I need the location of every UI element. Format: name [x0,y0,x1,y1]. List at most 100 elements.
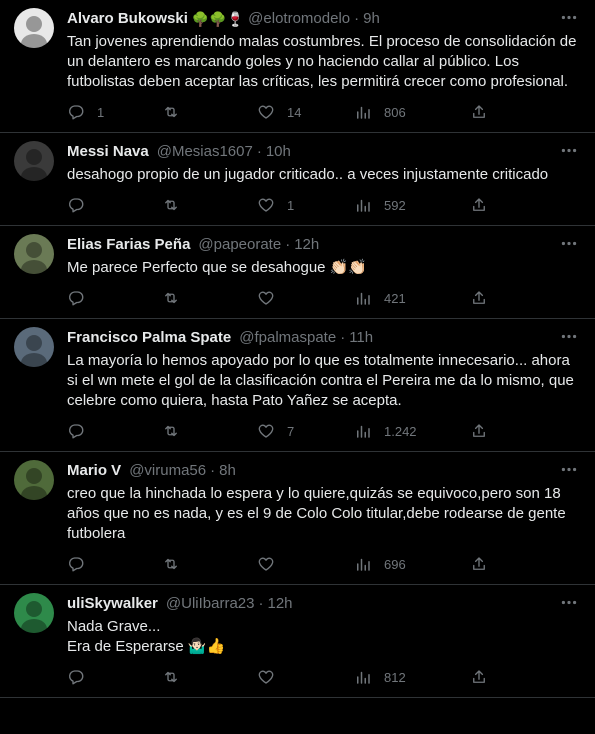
tweet[interactable]: Elias Farias Peña @papeorate · 12h Me pa… [0,226,595,319]
reply-icon [69,105,84,120]
display-name[interactable]: uliSkywalker [67,594,158,614]
tweet[interactable]: Mario V @viruma56 · 8h creo que la hinch… [0,452,595,585]
avatar[interactable] [14,593,54,633]
display-name[interactable]: Alvaro Bukowski [67,9,188,29]
views-button[interactable]: 812 [354,668,470,686]
retweet-icon [165,292,177,304]
tweet[interactable]: Alvaro Bukowski 🌳🌳🍷 @elotromodelo · 9h T… [0,0,595,133]
views-button[interactable]: 806 [354,103,470,121]
user-handle[interactable]: @Mesias1607 [157,142,253,162]
views-button[interactable]: 696 [354,555,470,573]
avatar[interactable] [14,8,54,48]
views-count: 812 [384,669,406,685]
views-icon [357,558,370,571]
timestamp[interactable]: 10h [266,142,291,162]
reply-button[interactable] [67,289,162,307]
share-button[interactable] [470,196,488,214]
more-icon[interactable] [559,236,579,250]
more-icon[interactable] [559,10,579,24]
like-icon [258,198,274,212]
reply-icon [69,557,84,572]
timestamp[interactable]: 11h [349,328,373,348]
views-icon [357,199,370,212]
timestamp[interactable]: 8h [219,461,236,481]
views-button[interactable]: 592 [354,196,470,214]
reply-button[interactable] [67,555,162,573]
more-icon[interactable] [559,143,579,157]
views-icon [357,425,370,438]
more-icon[interactable] [559,462,579,476]
like-icon [258,291,274,305]
more-icon[interactable] [559,329,579,343]
like-icon [258,670,274,684]
retweet-button[interactable] [162,289,257,307]
retweet-button[interactable] [162,422,257,440]
share-icon [473,291,485,304]
display-name[interactable]: Francisco Palma Spate [67,328,231,348]
tweet-text: Nada Grave... Era de Esperarse 🤷🏻‍♂️👍 [67,618,226,655]
user-handle[interactable]: @papeorate [198,235,281,255]
views-count: 1.242 [384,423,417,439]
reply-icon [69,198,84,213]
like-button[interactable]: 7 [257,422,354,440]
avatar[interactable] [14,327,54,367]
timestamp[interactable]: 9h [363,9,380,29]
user-handle[interactable]: @fpalmaspate [239,328,336,348]
user-handle[interactable]: @viruma56 [129,461,206,481]
reply-button[interactable]: 1 [67,103,162,121]
views-icon [357,106,370,119]
tweet[interactable]: Messi Nava @Mesias1607 · 10h desahogo pr… [0,133,595,226]
like-icon [258,557,274,571]
retweet-button[interactable] [162,555,257,573]
retweet-button[interactable] [162,196,257,214]
tweet-actions: 696 [67,553,579,575]
retweet-button[interactable] [162,668,257,686]
like-button[interactable]: 1 [257,196,354,214]
like-count: 1 [287,197,295,213]
tweet[interactable]: Francisco Palma Spate @fpalmaspate · 11h… [0,319,595,452]
share-button[interactable] [470,103,488,121]
like-button[interactable] [257,668,354,686]
like-button[interactable]: 14 [257,103,354,121]
retweet-icon [165,106,177,118]
tweet-text: Me parece Perfecto que se desahogue 👏🏻👏🏻 [67,259,368,276]
share-button[interactable] [470,422,488,440]
user-handle[interactable]: @elotromodelo [248,9,350,29]
reply-button[interactable] [67,668,162,686]
retweet-icon [165,199,177,211]
retweet-icon [165,671,177,683]
like-icon [258,105,274,119]
reply-count: 1 [97,104,105,120]
share-button[interactable] [470,289,488,307]
views-icon [357,292,370,305]
avatar[interactable] [14,141,54,181]
share-button[interactable] [470,555,488,573]
separator-dot: · [354,10,360,27]
more-icon[interactable] [559,595,579,609]
display-name[interactable]: Messi Nava [67,142,149,162]
views-button[interactable]: 1.242 [354,422,470,440]
separator-dot: · [258,595,264,612]
like-count: 14 [287,104,302,120]
views-button[interactable]: 421 [354,289,470,307]
reply-button[interactable] [67,422,162,440]
reply-button[interactable] [67,196,162,214]
share-button[interactable] [470,668,488,686]
separator-dot: · [285,236,291,253]
timestamp[interactable]: 12h [267,594,292,614]
views-icon [357,671,370,684]
avatar-image [14,8,54,48]
display-name[interactable]: Elias Farias Peña [67,235,190,255]
timestamp[interactable]: 12h [294,235,319,255]
avatar[interactable] [14,460,54,500]
user-handle[interactable]: @UliIbarra23 [166,594,255,614]
like-button[interactable] [257,289,354,307]
tweet-actions: 1 592 [67,194,579,216]
like-button[interactable] [257,555,354,573]
tweet-header: Messi Nava @Mesias1607 · 10h [67,141,579,163]
tweet[interactable]: uliSkywalker @UliIbarra23 · 12h Nada Gra… [0,585,595,698]
avatar[interactable] [14,234,54,274]
retweet-button[interactable] [162,103,257,121]
display-name[interactable]: Mario V [67,461,121,481]
avatar-image [14,460,54,500]
